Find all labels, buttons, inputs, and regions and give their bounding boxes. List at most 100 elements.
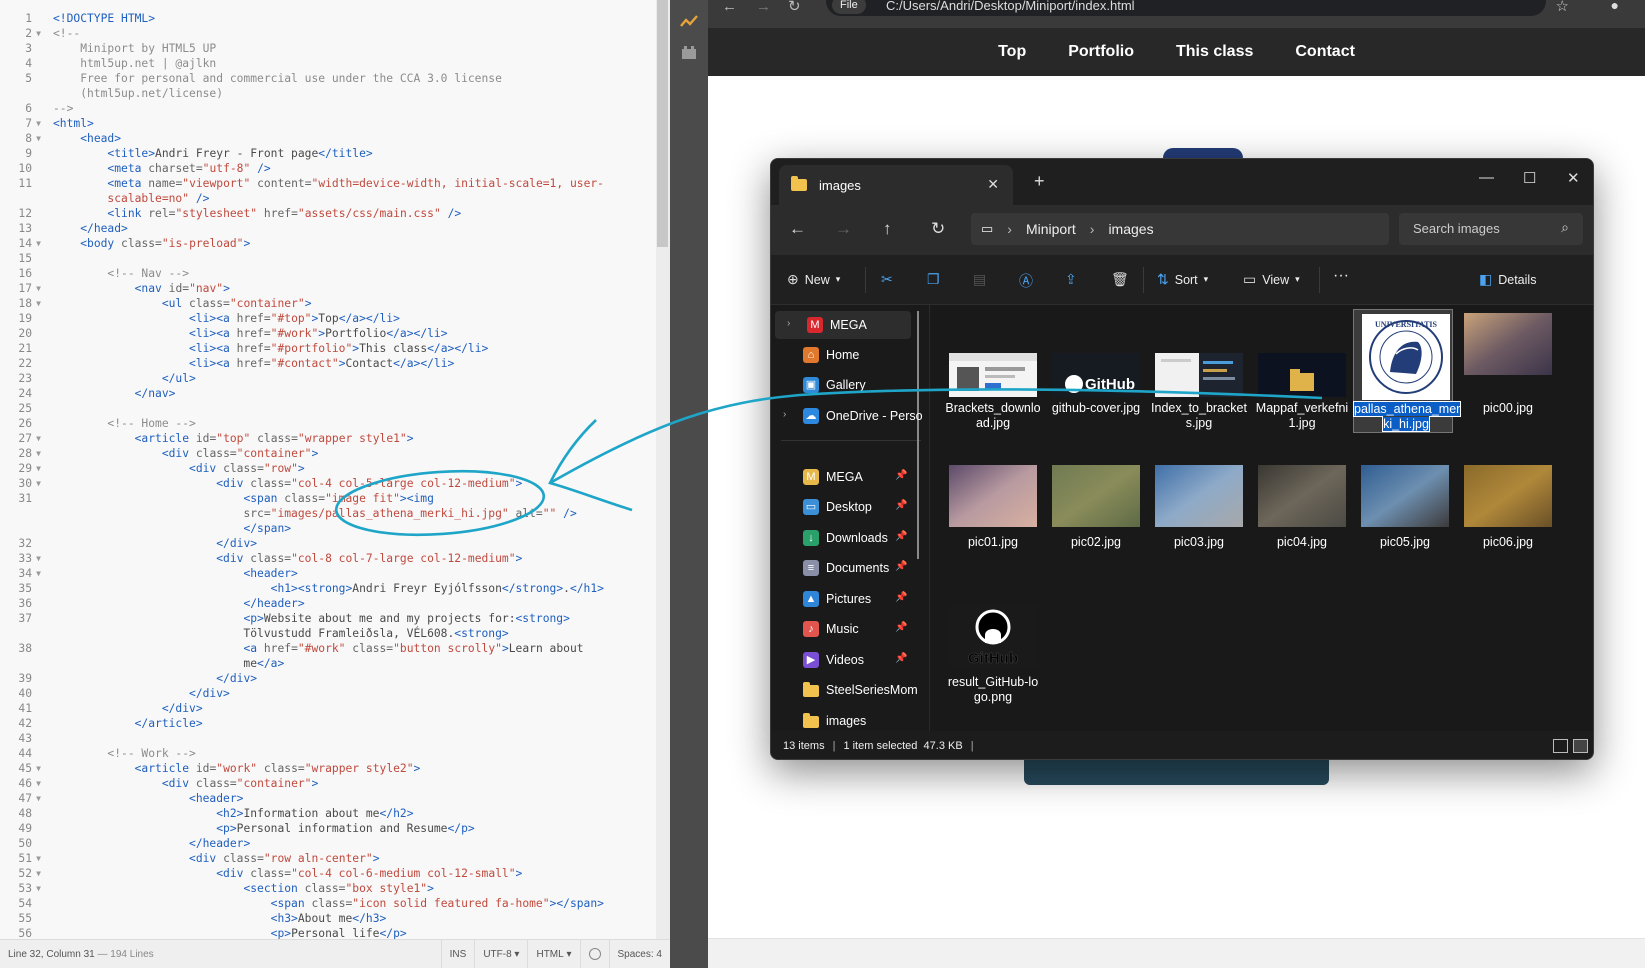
live-preview-icon[interactable]: [679, 12, 699, 32]
code-line[interactable]: 24 </nav>: [0, 386, 656, 401]
code-text[interactable]: <title>Andri Freyr - Front page</title>: [43, 146, 656, 161]
see-more-button[interactable]: ···: [1333, 267, 1349, 285]
breadcrumb-miniport[interactable]: Miniport: [1026, 221, 1076, 237]
fold-toggle-icon[interactable]: ▼: [34, 281, 43, 296]
code-line[interactable]: 1 <!DOCTYPE HTML>: [0, 11, 656, 26]
code-text[interactable]: <meta name="viewport" content="width=dev…: [43, 176, 656, 191]
fold-toggle-icon[interactable]: ▼: [34, 131, 43, 146]
code-text[interactable]: <h2>Information about me</h2>: [43, 806, 656, 821]
file-item[interactable]: GitHub github-cover.jpg: [1044, 309, 1144, 433]
sidebar-item-mega[interactable]: › M MEGA: [775, 311, 911, 339]
code-text[interactable]: </span>: [43, 521, 656, 536]
code-text[interactable]: <body class="is-preload">: [43, 236, 656, 251]
fold-toggle-icon[interactable]: ▼: [34, 776, 43, 791]
fold-toggle-icon[interactable]: ▼: [34, 461, 43, 476]
code-text[interactable]: </div>: [43, 536, 656, 551]
code-line[interactable]: 36 </header>: [0, 596, 656, 611]
linter-status-icon[interactable]: [581, 939, 610, 968]
code-line[interactable]: 39 </div>: [0, 671, 656, 686]
code-line[interactable]: 23 </ul>: [0, 371, 656, 386]
fold-toggle-icon[interactable]: ▼: [34, 446, 43, 461]
file-item[interactable]: GitHub result_GitHub-lo go.png: [941, 585, 1041, 709]
file-scheme-chip[interactable]: File: [832, 0, 866, 14]
back-icon[interactable]: ←: [722, 0, 737, 14]
code-line[interactable]: 18 ▼ <ul class="container">: [0, 296, 656, 311]
new-tab-icon[interactable]: +: [1034, 171, 1045, 192]
code-text[interactable]: src="images/pallas_athena_merki_hi.jpg" …: [43, 506, 656, 521]
code-text[interactable]: <head>: [43, 131, 656, 146]
code-line[interactable]: 52 ▼ <div class="col-4 col-6-medium col-1…: [0, 866, 656, 881]
code-text[interactable]: <span class="image fit"><img: [43, 491, 656, 506]
code-line[interactable]: 17 ▼ <nav id="nav">: [0, 281, 656, 296]
code-line[interactable]: 5 Free for personal and commercial use u…: [0, 71, 656, 86]
code-text[interactable]: <section class="box style1">: [43, 881, 656, 896]
code-text[interactable]: <div class="col-8 col-7-large col-12-med…: [43, 551, 656, 566]
code-line[interactable]: 19 <li><a href="#top">Top</a></li>: [0, 311, 656, 326]
code-line[interactable]: 51 ▼ <div class="row aln-center">: [0, 851, 656, 866]
details-pane-button[interactable]: ◧ Details: [1479, 271, 1536, 288]
refresh-icon[interactable]: ↻: [931, 219, 945, 239]
code-text[interactable]: <div class="col-4 col-6-medium col-12-sm…: [43, 866, 656, 881]
code-line[interactable]: 35 <h1><strong>Andri Freyr Eyjólfsson</s…: [0, 581, 656, 596]
file-item[interactable]: pic02.jpg: [1044, 459, 1144, 583]
fold-toggle-icon[interactable]: ▼: [34, 236, 43, 251]
code-line[interactable]: 14 ▼ <body class="is-preload">: [0, 236, 656, 251]
code-line[interactable]: 20 <li><a href="#work">Portfolio</a></li…: [0, 326, 656, 341]
code-text[interactable]: me</a>: [43, 656, 656, 671]
back-icon[interactable]: ←: [789, 219, 806, 239]
code-line[interactable]: 8 ▼ <head>: [0, 131, 656, 146]
code-line[interactable]: 37 <p>Website about me and my projects f…: [0, 611, 656, 626]
code-text[interactable]: <span class="icon solid featured fa-home…: [43, 896, 656, 911]
code-text[interactable]: <div class="container">: [43, 776, 656, 791]
code-line[interactable]: 15: [0, 251, 656, 266]
code-line[interactable]: 42 </article>: [0, 716, 656, 731]
fold-toggle-icon[interactable]: ▼: [34, 866, 43, 881]
file-item[interactable]: pic00.jpg: [1456, 309, 1556, 433]
code-line[interactable]: 6 -->: [0, 101, 656, 116]
file-item[interactable]: pic06.jpg: [1456, 459, 1556, 583]
code-text[interactable]: <li><a href="#top">Top</a></li>: [43, 311, 656, 326]
copy-button[interactable]: ❐: [927, 271, 940, 288]
code-text[interactable]: html5up.net | @ajlkn: [43, 56, 656, 71]
code-text[interactable]: Miniport by HTML5 UP: [43, 41, 656, 56]
view-button[interactable]: ▭ View ▾: [1243, 271, 1300, 288]
code-line[interactable]: 4 html5up.net | @ajlkn: [0, 56, 656, 71]
site-nav-contact[interactable]: Contact: [1295, 43, 1355, 61]
code-line[interactable]: 33 ▼ <div class="col-8 col-7-large col-12…: [0, 551, 656, 566]
code-line[interactable]: 27 ▼ <article id="top" class="wrapper sty…: [0, 431, 656, 446]
share-button[interactable]: ⇪: [1065, 271, 1077, 288]
sidebar-item-music[interactable]: ♪ Music 📌: [771, 615, 931, 643]
fold-toggle-icon[interactable]: ▼: [34, 551, 43, 566]
sidebar-item-pictures[interactable]: ▲ Pictures 📌: [771, 585, 931, 613]
code-text[interactable]: </div>: [43, 701, 656, 716]
code-line[interactable]: 28 ▼ <div class="container">: [0, 446, 656, 461]
maximize-icon[interactable]: ☐: [1523, 169, 1536, 187]
code-text[interactable]: <div class="container">: [43, 446, 656, 461]
code-text[interactable]: <meta charset="utf-8" />: [43, 161, 656, 176]
code-text[interactable]: <html>: [43, 116, 656, 131]
code-line[interactable]: Tölvustudd Framleiðsla, VÉL608.<strong>: [0, 626, 656, 641]
code-text[interactable]: (html5up.net/license): [43, 86, 656, 101]
sidebar-item-desktop[interactable]: ▭ Desktop 📌: [771, 493, 931, 521]
site-nav-this-class[interactable]: This class: [1176, 43, 1253, 61]
code-text[interactable]: <ul class="container">: [43, 296, 656, 311]
forward-icon[interactable]: →: [835, 219, 852, 239]
address-bar[interactable]: File C:/Users/Andri/Desktop/Miniport/ind…: [826, 0, 1546, 16]
code-line[interactable]: 22 <li><a href="#contact">Contact</a></l…: [0, 356, 656, 371]
code-line[interactable]: 12 <link rel="stylesheet" href="assets/c…: [0, 206, 656, 221]
search-input[interactable]: Search images ⌕: [1399, 213, 1583, 245]
code-line[interactable]: 34 ▼ <header>: [0, 566, 656, 581]
editor-scrollbar[interactable]: [656, 0, 670, 940]
forward-icon[interactable]: →: [756, 0, 771, 14]
extension-manager-icon[interactable]: [679, 42, 699, 62]
up-icon[interactable]: ↑: [883, 219, 892, 239]
chevron-right-icon[interactable]: ›: [1007, 221, 1012, 237]
code-text[interactable]: <article id="top" class="wrapper style1"…: [43, 431, 656, 446]
breadcrumb[interactable]: ▭ › Miniport › images: [971, 213, 1389, 245]
code-text[interactable]: <li><a href="#portfolio">This class</a><…: [43, 341, 656, 356]
code-text[interactable]: <!-- Nav -->: [43, 266, 656, 281]
file-item[interactable]: UNIVERSITATIS pallas_athena_mer ki_hi.jpg: [1352, 309, 1462, 433]
reload-icon[interactable]: ↻: [788, 0, 801, 14]
fold-toggle-icon[interactable]: ▼: [34, 476, 43, 491]
code-line[interactable]: 30 ▼ <div class="col-4 col-5-large col-12…: [0, 476, 656, 491]
